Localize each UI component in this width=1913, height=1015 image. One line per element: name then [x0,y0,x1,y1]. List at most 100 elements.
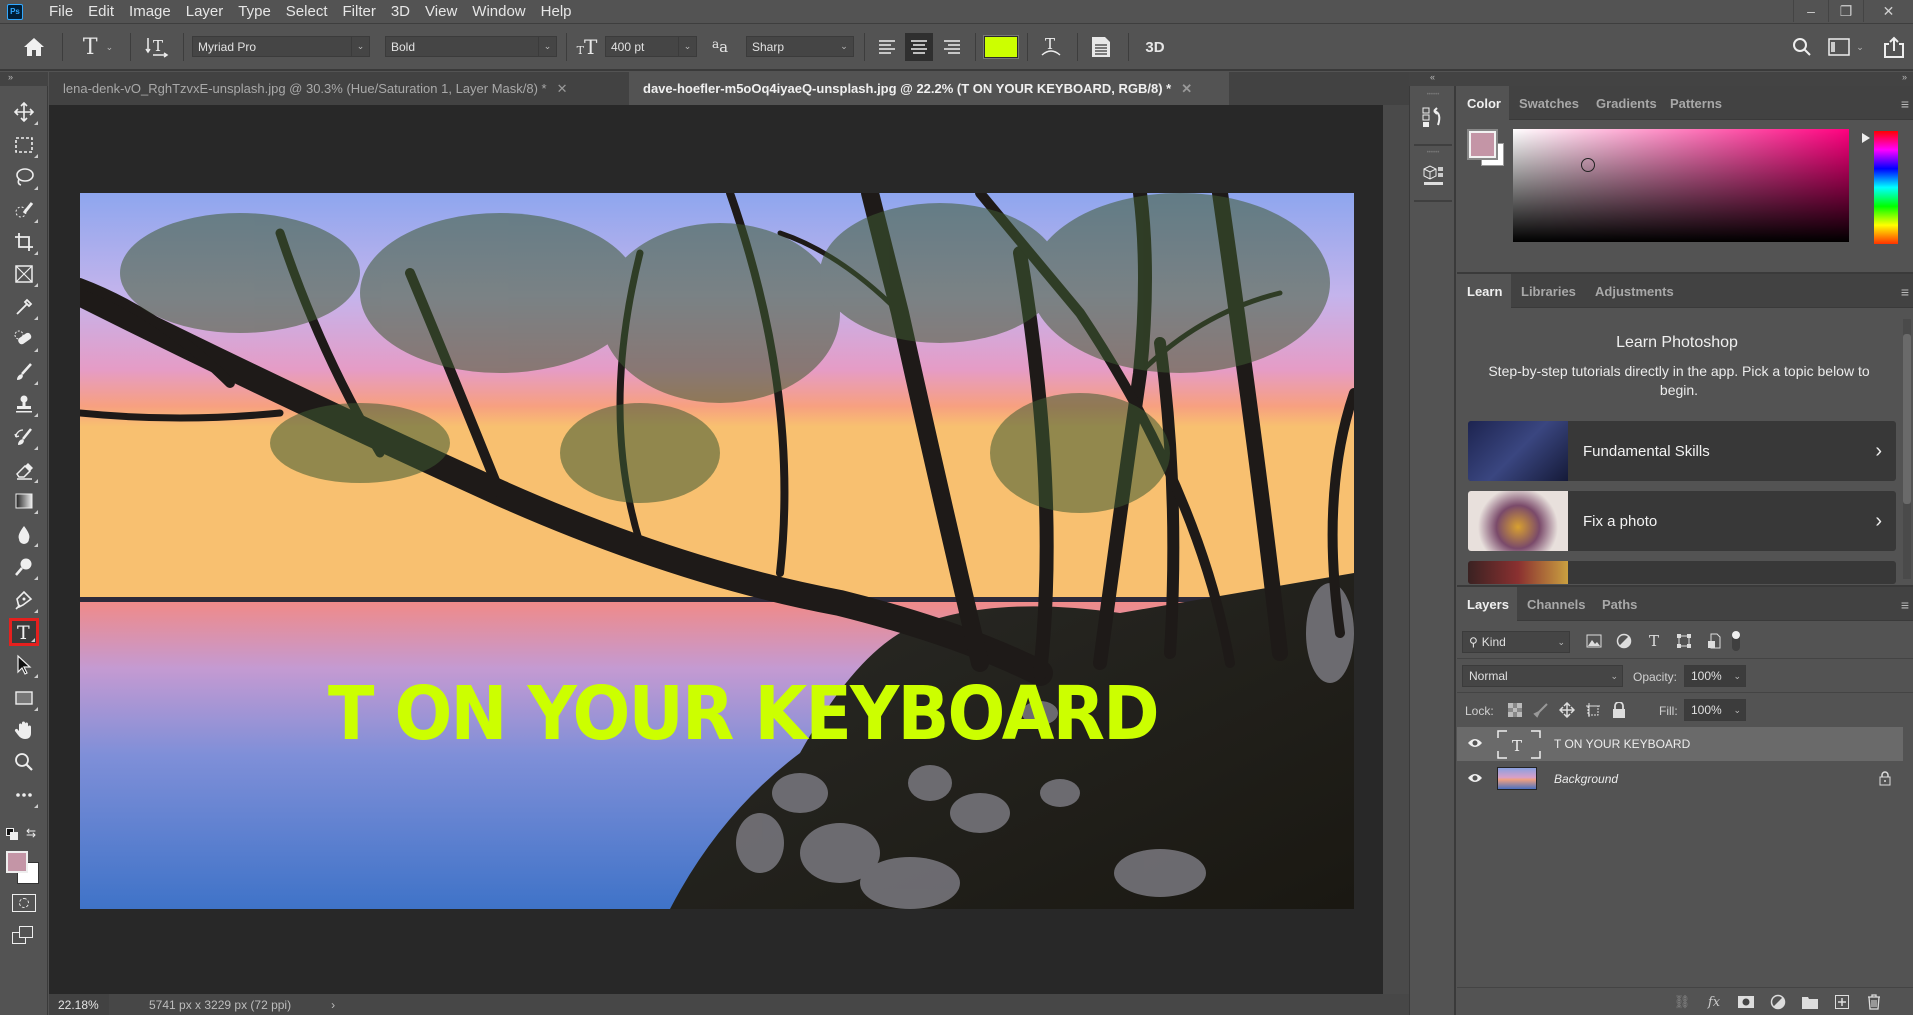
filter-kind-dropdown[interactable]: ⚲ Kind ⌄ [1462,631,1570,653]
learn-card-partial[interactable] [1468,561,1896,584]
pixel-layer-filter-icon[interactable] [1584,631,1604,651]
toggle-text-orientation-icon[interactable]: T [140,33,174,61]
learn-scrollbar-thumb[interactable] [1903,334,1911,504]
tab-color[interactable]: Color [1457,86,1509,120]
chevron-down-icon[interactable]: ⌄ [1733,671,1741,682]
foreground-color-swatch[interactable] [1467,129,1498,160]
lock-position-icon[interactable] [1557,700,1577,720]
tab-dave-hoefler[interactable]: dave-hoefler-m5oOq4iyaeQ-unsplash.jpg @ … [629,72,1229,105]
search-icon[interactable] [1788,33,1816,61]
link-layers-icon[interactable]: ⛓ [1673,993,1691,1011]
filter-toggle[interactable] [1729,631,1743,651]
close-tab-icon[interactable]: ✕ [557,81,568,97]
menu-3d[interactable]: 3D [391,3,410,20]
toolbar-foreground-color[interactable] [6,851,28,873]
font-style-dropdown[interactable]: Bold ⌄ [385,36,557,57]
font-family-dropdown[interactable]: Myriad Pro ⌄ [192,36,370,57]
tool-blur[interactable] [9,520,39,548]
tool-dodge[interactable] [9,553,39,581]
status-menu-arrow[interactable]: › [331,998,335,1012]
warp-text-icon[interactable]: T [1036,33,1066,61]
adjustment-layer-filter-icon[interactable] [1614,631,1634,651]
dock-grip[interactable]: •••••• [1416,92,1450,98]
tab-patterns[interactable]: Patterns [1660,86,1732,120]
tool-stamp[interactable] [9,390,39,418]
tool-brush[interactable] [9,358,39,386]
tab-swatches[interactable]: Swatches [1509,86,1589,120]
dock-collapse-button[interactable]: « [1409,72,1456,86]
close-tab-icon[interactable]: ✕ [1181,81,1192,97]
menu-image[interactable]: Image [129,3,171,20]
panel-menu-icon[interactable]: ≡ [1901,96,1909,112]
character-panel-icon[interactable] [1087,33,1115,61]
document-window[interactable]: T ON YOUR KEYBOARD [49,105,1383,994]
tool-type[interactable]: T [9,617,39,646]
menu-view[interactable]: View [425,3,457,20]
align-center-button[interactable] [905,33,933,61]
align-left-button[interactable] [874,33,900,61]
minimize-button[interactable]: – [1793,0,1828,22]
menu-help[interactable]: Help [541,3,572,20]
chevron-down-icon[interactable]: ⌄ [1733,705,1741,716]
smart-object-filter-icon[interactable] [1704,631,1724,651]
vertical-scrollbar[interactable] [1383,105,1409,994]
hue-slider-handle[interactable] [1862,133,1870,143]
tab-paths[interactable]: Paths [1592,587,1647,621]
3d-button[interactable]: 3D [1140,33,1170,61]
image-canvas[interactable]: T ON YOUR KEYBOARD [80,193,1354,909]
quick-mask-icon[interactable] [12,894,36,912]
menu-file[interactable]: File [49,3,73,20]
text-color-swatch[interactable] [983,33,1019,61]
shape-layer-filter-icon[interactable] [1674,631,1694,651]
font-size-dropdown[interactable]: 400 pt ⌄ [605,36,697,57]
blend-mode-dropdown[interactable]: Normal ⌄ [1462,665,1623,687]
tab-lena-denk[interactable]: lena-denk-vO_RghTzvxE-unsplash.jpg @ 30.… [49,72,627,105]
layer-row-background[interactable]: Background [1457,762,1903,796]
hue-slider[interactable] [1874,131,1898,244]
tool-history-brush[interactable] [9,423,39,451]
layer-lock-icon[interactable] [1879,771,1891,791]
tool-crop[interactable] [9,228,39,256]
delete-layer-icon[interactable] [1865,993,1883,1011]
menu-edit[interactable]: Edit [88,3,114,20]
tool-marquee[interactable] [9,131,39,159]
restore-button[interactable]: ❐ [1828,0,1863,22]
tab-gradients[interactable]: Gradients [1586,86,1667,120]
learn-card-fundamental-skills[interactable]: Fundamental Skills › [1468,421,1896,481]
tool-eraser[interactable] [9,456,39,484]
tab-adjustments[interactable]: Adjustments [1585,274,1684,308]
panel-menu-icon[interactable]: ≡ [1901,597,1909,613]
right-dock-collapse-button[interactable]: » [1456,72,1913,86]
close-button[interactable]: ✕ [1863,0,1913,22]
tab-libraries[interactable]: Libraries [1511,274,1586,308]
tab-channels[interactable]: Channels [1517,587,1596,621]
fill-field[interactable]: 100% ⌄ [1684,699,1746,721]
new-layer-icon[interactable] [1833,993,1851,1011]
add-mask-icon[interactable] [1737,993,1755,1011]
history-panel-button[interactable] [1416,98,1450,138]
zoom-level-field[interactable]: 22.18% [49,994,109,1015]
anti-alias-dropdown[interactable]: Sharp ⌄ [746,36,854,57]
tool-hand[interactable] [9,716,39,744]
share-icon[interactable] [1880,33,1908,61]
panel-menu-icon[interactable]: ≡ [1901,284,1909,300]
menu-layer[interactable]: Layer [186,3,224,20]
toolbar-collapse-button[interactable]: » [0,72,48,86]
learn-card-fix-a-photo[interactable]: Fix a photo › [1468,491,1896,551]
workspace-switcher[interactable]: ⌄ [1826,33,1866,61]
tab-layers[interactable]: Layers [1457,587,1517,621]
layer-style-fx-icon[interactable]: fx [1705,993,1723,1011]
type-layer-filter-icon[interactable]: T [1644,631,1664,651]
tab-learn[interactable]: Learn [1457,274,1511,308]
screen-mode-icon[interactable] [12,926,36,946]
swap-colors-icon[interactable]: ⇆ [26,826,36,840]
align-right-button[interactable] [939,33,965,61]
new-adjustment-layer-icon[interactable] [1769,993,1787,1011]
lock-image-pixels-icon[interactable] [1531,700,1551,720]
tool-move[interactable] [9,98,39,126]
default-colors-icon[interactable] [6,828,18,840]
tool-path-select[interactable] [9,651,39,679]
tool-quick-select[interactable] [9,196,39,224]
menu-window[interactable]: Window [472,3,525,20]
opacity-field[interactable]: 100% ⌄ [1684,665,1746,687]
